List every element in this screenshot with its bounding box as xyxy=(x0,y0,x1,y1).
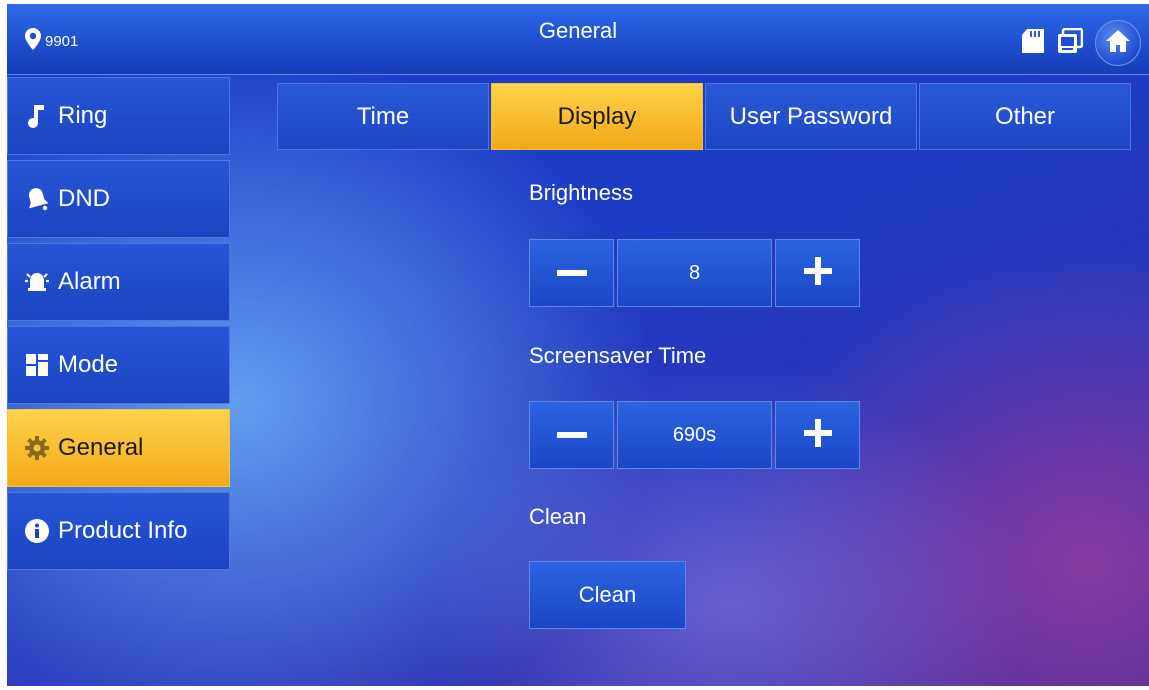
clean-button[interactable]: Clean xyxy=(529,561,686,629)
top-bar: 9901 General xyxy=(7,4,1149,75)
alarm-icon xyxy=(22,267,52,297)
gear-icon xyxy=(22,433,52,463)
sidebar-item-product-info[interactable]: Product Info xyxy=(7,492,230,570)
brightness-decrease-button[interactable] xyxy=(529,239,614,307)
tab-user-password[interactable]: User Password xyxy=(705,83,917,150)
sidebar-item-label: DND xyxy=(58,185,110,212)
screensaver-stepper: 690s xyxy=(529,401,860,469)
sidebar-item-label: Product Info xyxy=(58,517,188,544)
plus-icon xyxy=(803,256,832,290)
mode-grid-icon xyxy=(22,350,52,380)
sidebar-item-label: Ring xyxy=(58,102,108,129)
page-title: General xyxy=(538,18,618,43)
sidebar-item-dnd[interactable]: DND xyxy=(7,160,230,238)
minus-icon xyxy=(556,264,587,282)
home-button[interactable] xyxy=(1095,20,1141,66)
sd-card-icon xyxy=(1021,28,1045,59)
tab-time[interactable]: Time xyxy=(277,83,489,150)
screen: 9901 General Ring DND Alarm Mode General… xyxy=(7,4,1149,686)
brightness-label: Brightness xyxy=(529,180,633,205)
sidebar-item-label: Alarm xyxy=(58,268,121,295)
sidebar-item-label: General xyxy=(58,434,144,461)
sidebar-item-mode[interactable]: Mode xyxy=(7,326,230,404)
brightness-value: 8 xyxy=(617,239,772,307)
bell-icon xyxy=(22,184,52,214)
sidebar-item-label: Mode xyxy=(58,351,119,378)
screensaver-increase-button[interactable] xyxy=(775,401,860,469)
plus-icon xyxy=(803,418,832,452)
tab-other[interactable]: Other xyxy=(919,83,1131,150)
brightness-increase-button[interactable] xyxy=(775,239,860,307)
screensaver-decrease-button[interactable] xyxy=(529,401,614,469)
tab-bar: Time Display User Password Other xyxy=(277,83,1133,150)
tab-display[interactable]: Display xyxy=(491,83,703,150)
screensaver-time-label: Screensaver Time xyxy=(529,343,707,368)
monitor-icon xyxy=(1057,27,1084,59)
sidebar-item-alarm[interactable]: Alarm xyxy=(7,243,230,321)
music-note-icon xyxy=(22,101,52,131)
brightness-stepper: 8 xyxy=(529,239,860,307)
sidebar: Ring DND Alarm Mode General Product Info xyxy=(7,77,230,575)
sidebar-item-ring[interactable]: Ring xyxy=(7,77,230,155)
info-icon xyxy=(22,516,52,546)
screensaver-value: 690s xyxy=(617,401,772,469)
home-icon xyxy=(1105,29,1131,58)
minus-icon xyxy=(556,426,587,444)
sidebar-item-general[interactable]: General xyxy=(7,409,230,487)
clean-label: Clean xyxy=(529,504,587,529)
